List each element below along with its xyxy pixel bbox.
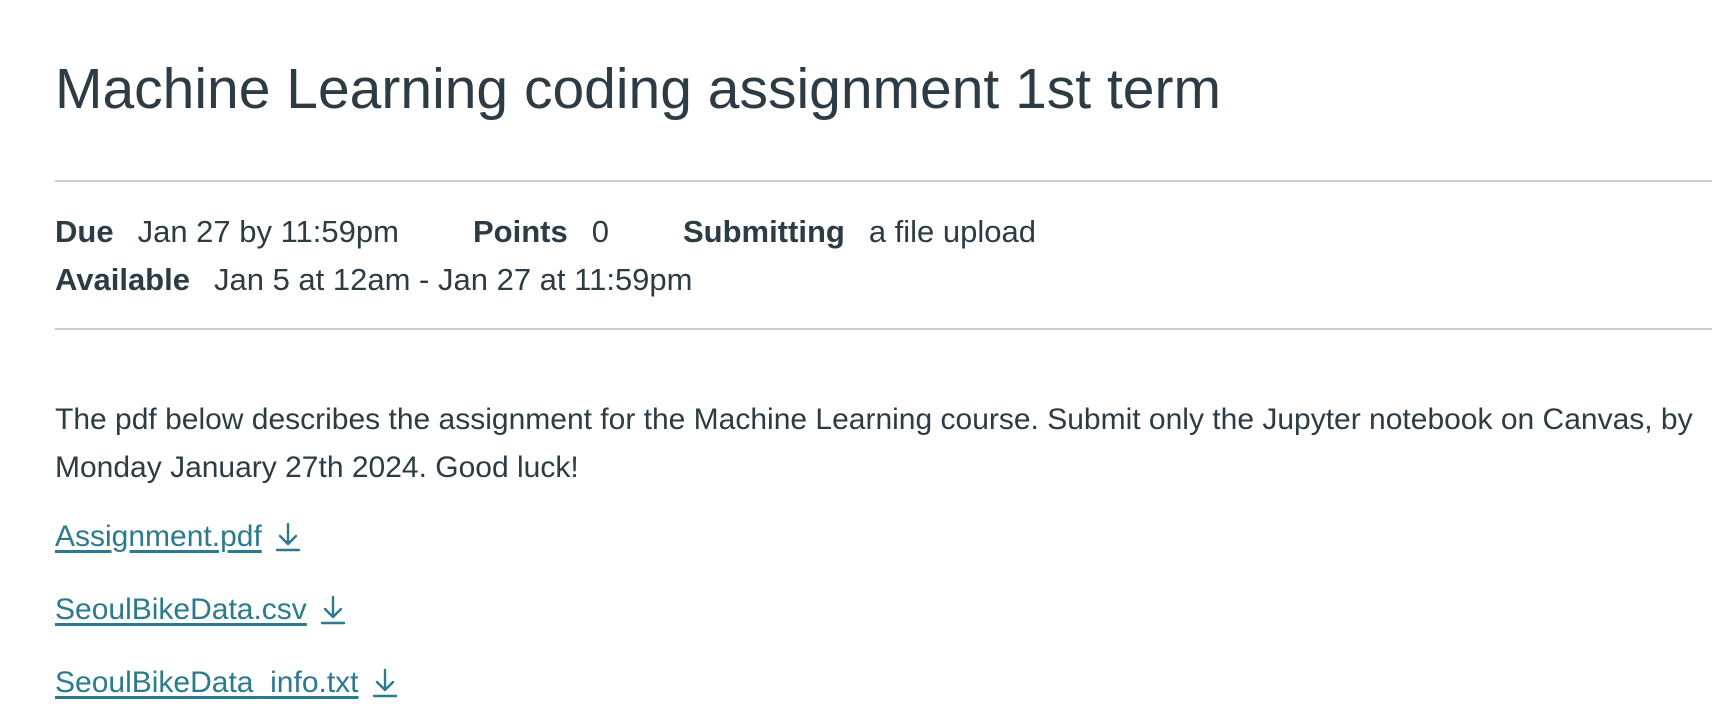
assignment-description: The pdf below describes the assignment f…	[55, 403, 1693, 484]
file-link-seoulbikedata-csv[interactable]: SeoulBikeData.csv	[55, 592, 307, 628]
download-icon[interactable]	[369, 666, 401, 700]
submitting-value: a file upload	[868, 214, 1036, 249]
assignment-page: Machine Learning coding assignment 1st t…	[0, 0, 1712, 724]
divider-bottom	[55, 328, 1712, 330]
divider-top	[55, 180, 1712, 182]
download-icon[interactable]	[272, 520, 304, 554]
assignment-details-row-2: Available Jan 5 at 12am - Jan 27 at 11:5…	[55, 261, 693, 298]
points-value: 0	[591, 214, 609, 249]
file-link-seoulbikedata-info-txt[interactable]: SeoulBikeData_info.txt	[55, 665, 359, 701]
due-value: Jan 27 by 11:59pm	[137, 214, 399, 249]
assignment-details-row-1: Due Jan 27 by 11:59pm Points 0 Submittin…	[55, 213, 1036, 250]
file-item-assignment-pdf: Assignment.pdf	[55, 519, 304, 555]
file-item-seoulbikedata-info-txt: SeoulBikeData_info.txt	[55, 665, 401, 701]
file-item-seoulbikedata-csv: SeoulBikeData.csv	[55, 592, 349, 628]
page-title: Machine Learning coding assignment 1st t…	[55, 57, 1221, 121]
submitting-label: Submitting	[682, 214, 845, 249]
available-value: Jan 5 at 12am - Jan 27 at 11:59pm	[213, 262, 693, 297]
points-label: Points	[472, 214, 568, 249]
due-label: Due	[55, 214, 114, 249]
file-link-assignment-pdf[interactable]: Assignment.pdf	[55, 519, 262, 555]
available-label: Available	[55, 262, 190, 297]
download-icon[interactable]	[317, 593, 349, 627]
